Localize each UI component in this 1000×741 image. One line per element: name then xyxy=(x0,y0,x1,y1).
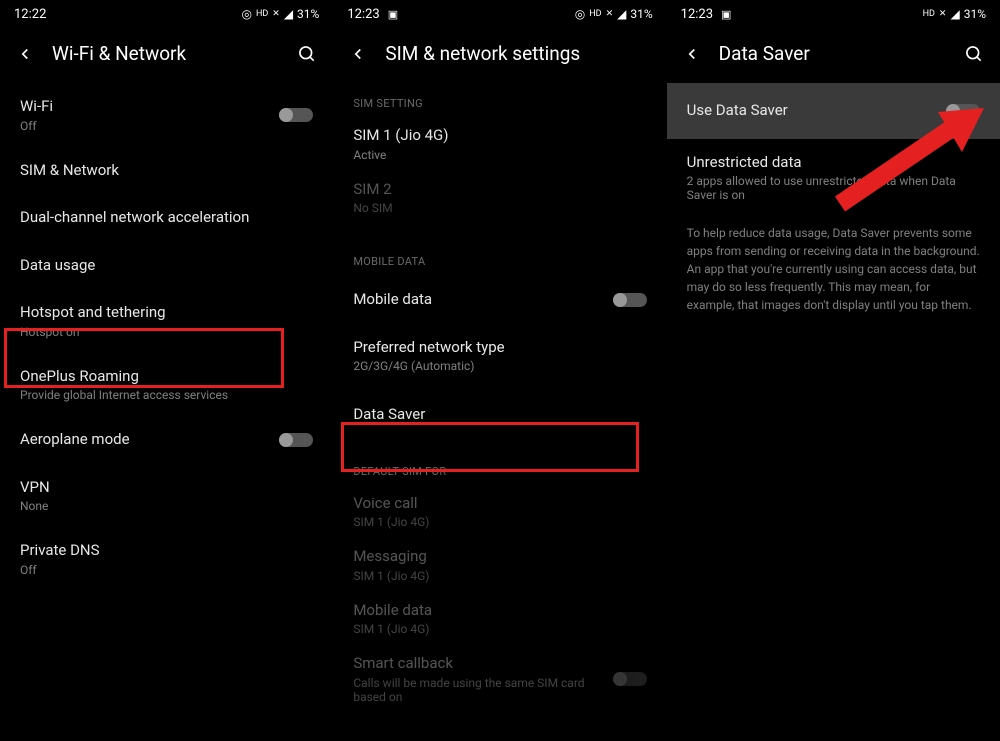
time: 12:22 xyxy=(14,7,46,22)
battery-text: 31% xyxy=(964,7,986,21)
time: 12:23 xyxy=(681,7,713,22)
hotspot-icon: ◎ xyxy=(241,7,251,21)
item-sim-network[interactable]: SIM & Network xyxy=(0,147,333,195)
settings-list: Use Data Saver Unrestricted data2 apps a… xyxy=(667,83,1000,741)
header: SIM & network settings xyxy=(333,28,666,83)
item-messaging: MessagingSIM 1 (Jio 4G) xyxy=(333,539,666,593)
signal-no-icon: ✕ xyxy=(272,9,280,19)
item-airplane[interactable]: Aeroplane mode xyxy=(0,416,333,464)
signal-no-icon: ✕ xyxy=(606,9,614,19)
header: Data Saver xyxy=(667,28,1000,83)
volte-icon: HD xyxy=(923,9,935,19)
signal-icon: ◢ xyxy=(284,7,293,21)
item-wifi[interactable]: Wi-FiOff xyxy=(0,83,333,147)
item-mobile-data-default: Mobile dataSIM 1 (Jio 4G) xyxy=(333,593,666,647)
callback-toggle xyxy=(613,672,647,686)
item-sim1[interactable]: SIM 1 (Jio 4G)Active xyxy=(333,118,666,172)
section-sim-setting: SIM SETTING xyxy=(333,83,666,118)
search-icon[interactable] xyxy=(297,44,317,64)
signal-no-icon: ✕ xyxy=(939,9,947,19)
signal-icon: ◢ xyxy=(950,7,959,21)
item-data-usage[interactable]: Data usage xyxy=(0,242,333,290)
wifi-toggle[interactable] xyxy=(279,108,313,122)
status-icons: ◎ HD ✕ ◢ 31% xyxy=(575,7,653,21)
item-smart-callback: Smart callbackCalls will be made using t… xyxy=(333,646,666,714)
item-private-dns[interactable]: Private DNSOff xyxy=(0,527,333,591)
back-icon[interactable] xyxy=(683,45,701,63)
status-icons: HD ✕ ◢ 31% xyxy=(923,7,986,21)
screen-sim-settings: 12:23 ▣ ◎ HD ✕ ◢ 31% SIM & network setti… xyxy=(333,0,666,741)
status-icons: ◎ HD ✕ ◢ 31% xyxy=(241,7,319,21)
item-vpn[interactable]: VPNNone xyxy=(0,464,333,528)
settings-list: Wi-FiOff SIM & Network Dual-channel netw… xyxy=(0,83,333,741)
item-hotspot[interactable]: Hotspot and tetheringHotspot on xyxy=(0,289,333,353)
hotspot-icon: ◎ xyxy=(575,7,585,21)
item-sim2: SIM 2No SIM xyxy=(333,172,666,226)
back-icon[interactable] xyxy=(349,45,367,63)
mobile-data-toggle[interactable] xyxy=(613,293,647,307)
volte-icon: HD xyxy=(589,9,601,19)
item-mobile-data[interactable]: Mobile data xyxy=(333,276,666,324)
search-icon[interactable] xyxy=(964,44,984,64)
settings-list: SIM SETTING SIM 1 (Jio 4G)Active SIM 2No… xyxy=(333,83,666,741)
airplane-toggle[interactable] xyxy=(279,433,313,447)
battery-text: 31% xyxy=(297,7,319,21)
status-bar: 12:23 ▣ ◎ HD ✕ ◢ 31% xyxy=(333,0,666,28)
time: 12:23 xyxy=(347,7,379,22)
battery-text: 31% xyxy=(630,7,652,21)
gallery-icon: ▣ xyxy=(721,8,731,21)
screen-data-saver: 12:23 ▣ HD ✕ ◢ 31% Data Saver Use Data S… xyxy=(667,0,1000,741)
signal-icon: ◢ xyxy=(617,7,626,21)
item-data-saver[interactable]: Data Saver xyxy=(333,387,666,443)
gallery-icon: ▣ xyxy=(388,8,398,21)
page-title: Data Saver xyxy=(719,42,810,65)
volte-icon: HD xyxy=(256,9,268,19)
section-default-sim: DEFAULT SIM FOR xyxy=(333,443,666,486)
datasaver-description: To help reduce data usage, Data Saver pr… xyxy=(667,216,1000,322)
page-title: SIM & network settings xyxy=(385,42,580,65)
section-mobile-data: MOBILE DATA xyxy=(333,225,666,276)
item-use-datasaver[interactable]: Use Data Saver xyxy=(667,83,1000,139)
back-icon[interactable] xyxy=(16,45,34,63)
header: Wi-Fi & Network xyxy=(0,28,333,83)
status-bar: 12:22 ◎ HD ✕ ◢ 31% xyxy=(0,0,333,28)
item-unrestricted-data[interactable]: Unrestricted data2 apps allowed to use u… xyxy=(667,139,1000,217)
status-bar: 12:23 ▣ HD ✕ ◢ 31% xyxy=(667,0,1000,28)
datasaver-toggle[interactable] xyxy=(946,104,980,118)
item-voice-call: Voice callSIM 1 (Jio 4G) xyxy=(333,486,666,540)
item-preferred-network[interactable]: Preferred network type2G/3G/4G (Automati… xyxy=(333,324,666,388)
item-dual-channel[interactable]: Dual-channel network acceleration xyxy=(0,194,333,242)
item-roaming[interactable]: OnePlus RoamingProvide global Internet a… xyxy=(0,353,333,417)
page-title: Wi-Fi & Network xyxy=(52,42,186,65)
screen-wifi-network: 12:22 ◎ HD ✕ ◢ 31% Wi-Fi & Network Wi-Fi… xyxy=(0,0,333,741)
